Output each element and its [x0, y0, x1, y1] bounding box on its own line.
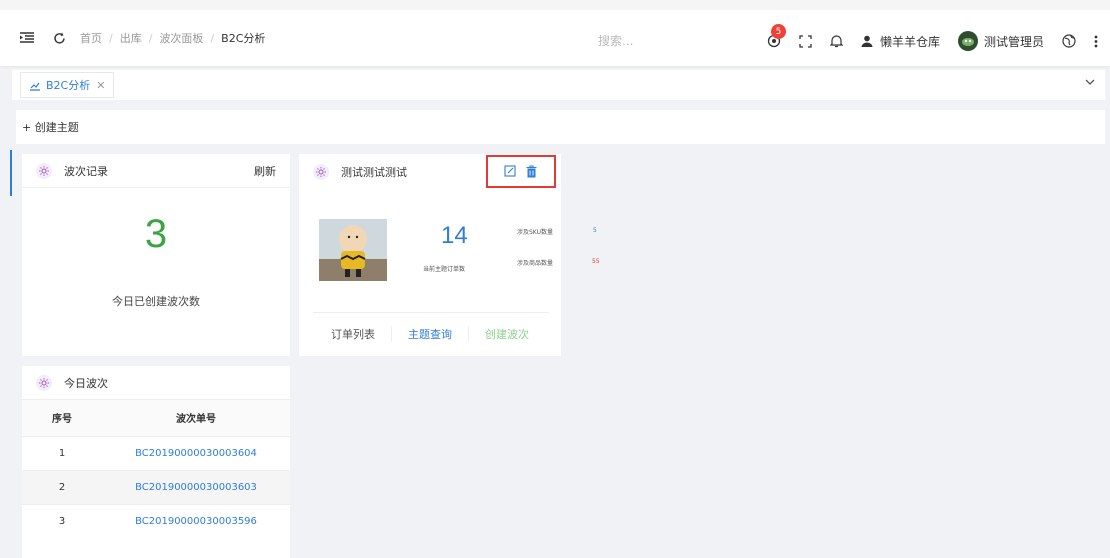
- today-waves-card: 今日波次 序号 波次单号 1 BC20190000030003604 2 BC2…: [22, 366, 290, 558]
- table-row: 1 BC20190000030003604: [22, 435, 290, 470]
- card-header: 今日波次: [22, 366, 290, 400]
- column-header-wave-no: 波次单号: [102, 400, 290, 436]
- chart-edit-icon: [30, 82, 40, 91]
- cell-index: 3: [22, 503, 102, 538]
- breadcrumb: 首页 / 出库 / 波次面板 / B2C分析: [80, 30, 265, 46]
- order-list-link[interactable]: 订单列表: [315, 326, 392, 342]
- breadcrumb-separator: /: [109, 31, 113, 45]
- notification-badge: 5: [770, 24, 786, 39]
- bulb-icon: [36, 374, 52, 391]
- tab-label: B2C分析: [46, 79, 91, 92]
- column-header-index: 序号: [22, 400, 102, 436]
- wave-count: 3: [144, 212, 168, 256]
- header-right: 5 懒羊羊仓库 测试管理员: [749, 24, 1098, 54]
- sku-count-label: 涉及SKU数量: [517, 229, 553, 236]
- card-title: 测试测试测试: [341, 166, 407, 179]
- chevron-down-icon[interactable]: [1085, 77, 1095, 88]
- card-header: 波次记录 刷新: [22, 154, 290, 188]
- bell-icon[interactable]: [829, 34, 843, 48]
- table-header-row: 序号 波次单号: [22, 400, 290, 436]
- more-vertical-icon[interactable]: [1094, 35, 1098, 48]
- edit-icon[interactable]: [504, 165, 516, 181]
- card-title: 波次记录: [64, 164, 108, 178]
- order-count-label: 当前主题订单数: [423, 266, 466, 273]
- breadcrumb-separator: /: [210, 31, 215, 45]
- order-count: 14: [441, 222, 468, 249]
- tab-b2c-analysis[interactable]: B2C分析 ✕: [20, 72, 115, 98]
- topic-card-actions: [504, 165, 537, 181]
- topic-query-link[interactable]: 主题查询: [392, 326, 469, 342]
- warehouse-selector[interactable]: 懒羊羊仓库: [861, 33, 940, 50]
- refresh-button[interactable]: 刷新: [254, 163, 276, 179]
- topic-actions: 订单列表 主题查询 创建波次: [299, 326, 561, 342]
- user-menu[interactable]: 测试管理员: [957, 31, 1044, 51]
- fullscreen-icon[interactable]: [799, 34, 812, 48]
- menu-fold-icon[interactable]: [18, 29, 36, 47]
- divider: [313, 312, 549, 313]
- user-icon: [861, 35, 873, 47]
- bulb-icon: [313, 164, 329, 180]
- close-icon[interactable]: ✕: [96, 79, 105, 92]
- wave-number-link[interactable]: BC20190000030003603: [102, 469, 290, 504]
- wave-number-link[interactable]: BC20190000030003596: [102, 503, 290, 538]
- wave-count-caption: 今日已创建波次数: [112, 295, 200, 308]
- cell-index: 1: [22, 435, 102, 470]
- avatar: [957, 31, 978, 51]
- create-topic-button[interactable]: + 创建主题: [16, 110, 1105, 144]
- goods-count-value: 55: [592, 258, 600, 265]
- delete-icon[interactable]: [526, 165, 537, 181]
- breadcrumb-home[interactable]: 首页: [80, 30, 102, 46]
- today-waves-table: 序号 波次单号 1 BC20190000030003604 2 BC201900…: [22, 400, 290, 538]
- wave-record-card: 波次记录 刷新 3 今日已创建波次数: [22, 154, 290, 356]
- notification-center[interactable]: 5: [767, 24, 786, 48]
- goods-count-label: 涉及商品数量: [517, 260, 554, 267]
- refresh-icon[interactable]: [50, 29, 68, 47]
- table-row: 2 BC20190000030003603: [22, 469, 290, 504]
- warehouse-name: 懒羊羊仓库: [879, 34, 940, 49]
- bulb-icon: [36, 162, 52, 179]
- cell-index: 2: [22, 469, 102, 504]
- tabs-bar: B2C分析 ✕: [12, 70, 1105, 100]
- globe-icon[interactable]: [1062, 34, 1076, 48]
- topic-thumbnail: [319, 219, 387, 281]
- top-header: 首页 / 出库 / 波次面板 / B2C分析 搜索... 5 懒羊羊仓库 测试管…: [0, 0, 1110, 66]
- create-wave-link[interactable]: 创建波次: [469, 326, 545, 342]
- user-name: 测试管理员: [983, 34, 1044, 49]
- card-title: 今日波次: [64, 376, 108, 390]
- active-indicator: [10, 150, 12, 196]
- search-input[interactable]: 搜索...: [598, 32, 633, 49]
- sku-count-value: 5: [593, 227, 597, 234]
- breadcrumb-separator: /: [148, 31, 153, 45]
- breadcrumb-outbound[interactable]: 出库: [120, 30, 142, 46]
- breadcrumb-wave-panel[interactable]: 波次面板: [159, 30, 203, 46]
- breadcrumb-current: B2C分析: [221, 32, 266, 45]
- header-left: 首页 / 出库 / 波次面板 / B2C分析: [18, 29, 265, 47]
- table-row: 3 BC20190000030003596: [22, 503, 290, 538]
- wave-number-link[interactable]: BC20190000030003604: [102, 435, 290, 470]
